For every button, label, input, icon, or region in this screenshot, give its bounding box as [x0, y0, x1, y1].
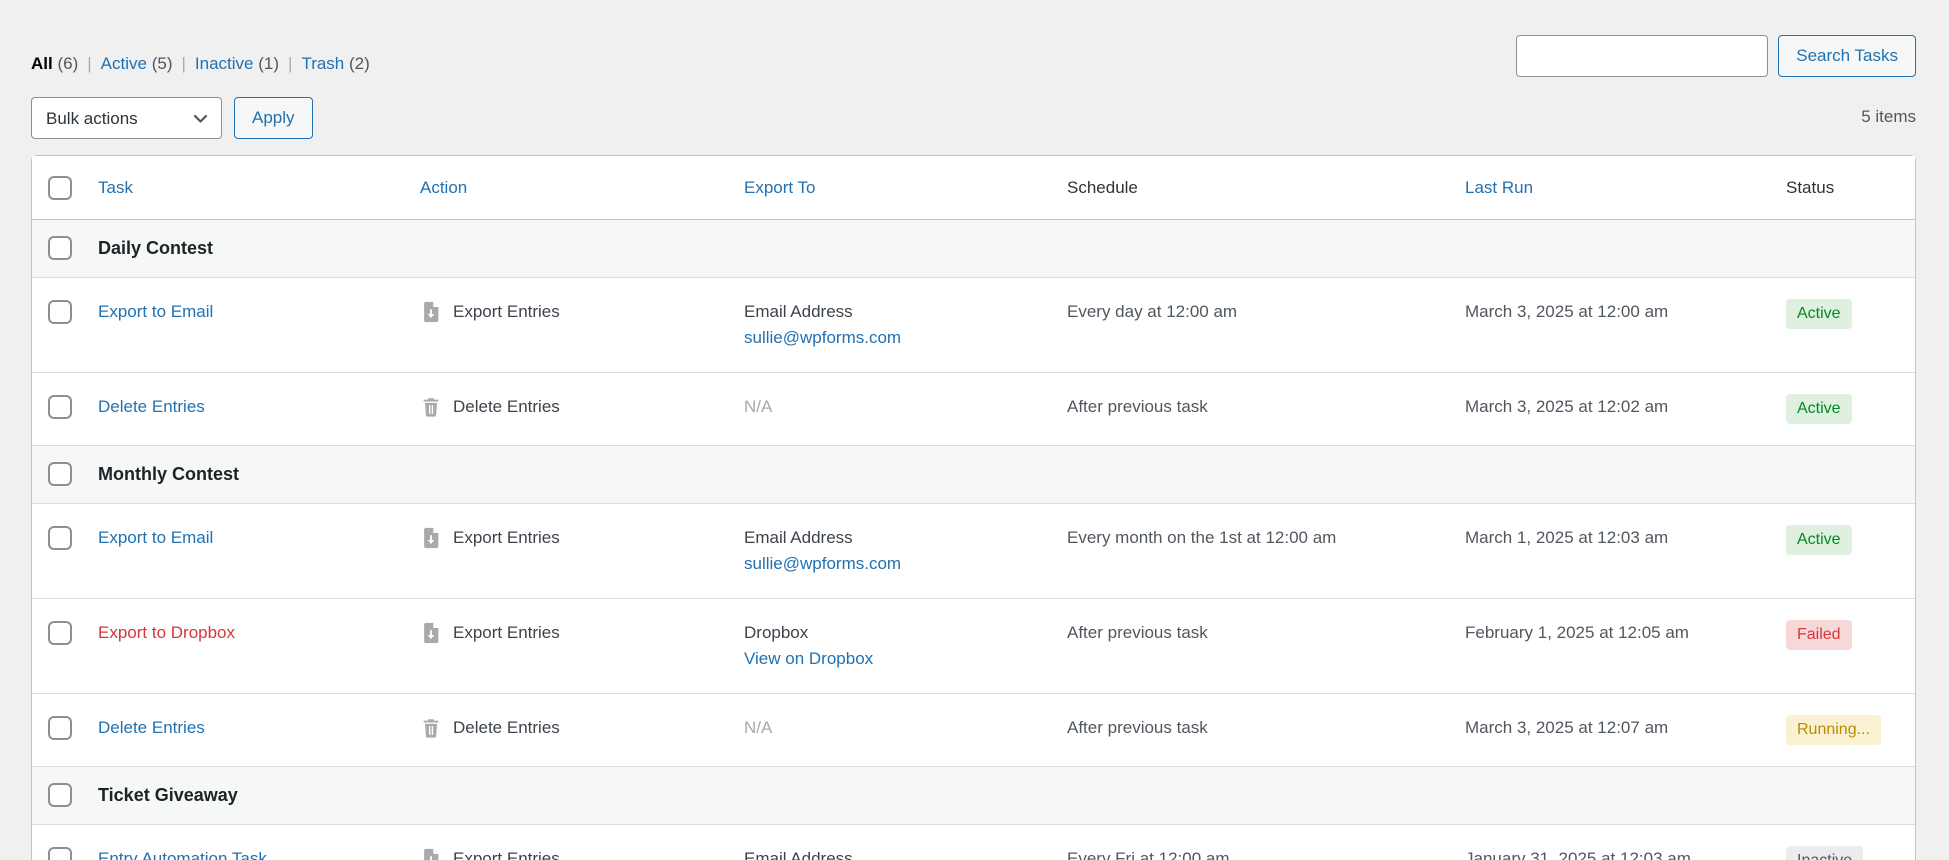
last-run-text: March 3, 2025 at 12:02 am [1465, 397, 1668, 416]
task-row: Delete Entries Delete Entries N/A After … [32, 693, 1915, 766]
group-title: Daily Contest [98, 238, 213, 258]
table-header-row: Task Action Export To Schedule Last Run … [32, 156, 1915, 220]
action-label: Delete Entries [453, 394, 560, 420]
select-all-checkbox[interactable] [48, 176, 72, 200]
row-checkbox[interactable] [48, 395, 72, 419]
filter-trash[interactable]: Trash (2) [301, 54, 369, 73]
schedule-text: After previous task [1067, 718, 1208, 737]
trash-icon [420, 717, 442, 739]
action-label: Export Entries [453, 525, 560, 551]
schedule-text: Every day at 12:00 am [1067, 302, 1237, 321]
toolbar: All (6) | Active (5) | Inactive (1) | Trash (2… [0, 0, 1949, 155]
status-badge: Running... [1786, 715, 1881, 745]
action-label: Export Entries [453, 299, 560, 325]
schedule-text: After previous task [1067, 623, 1208, 642]
action-label: Export Entries [453, 846, 560, 860]
column-header-schedule: Schedule [1053, 156, 1451, 220]
last-run-text: March 1, 2025 at 12:03 am [1465, 528, 1668, 547]
export-email-link[interactable]: sullie@wpforms.com [744, 551, 1039, 577]
items-count: 5 items [1861, 107, 1916, 127]
column-header-status: Status [1772, 156, 1915, 220]
row-checkbox[interactable] [48, 716, 72, 740]
trash-icon [420, 396, 442, 418]
bulk-actions-select[interactable]: Bulk actions [31, 97, 222, 139]
filter-trash-count: (2) [349, 54, 370, 73]
status-badge: Active [1786, 525, 1852, 555]
last-run-text: March 3, 2025 at 12:07 am [1465, 718, 1668, 737]
task-name-link[interactable]: Export to Dropbox [98, 623, 235, 642]
filter-trash-label: Trash [301, 54, 344, 73]
group-title: Monthly Contest [98, 464, 239, 484]
export-email-link[interactable]: sullie@wpforms.com [744, 325, 1039, 351]
row-checkbox[interactable] [48, 847, 72, 860]
file-download-icon [420, 527, 442, 549]
status-badge: Inactive [1786, 846, 1863, 860]
filter-inactive-count: (1) [258, 54, 279, 73]
filter-all[interactable]: All (6) [31, 54, 78, 73]
task-name-link[interactable]: Entry Automation Task [98, 849, 267, 860]
file-download-icon [420, 301, 442, 323]
last-run-text: January 31, 2025 at 12:03 am [1465, 849, 1691, 860]
column-header-last-run[interactable]: Last Run [1465, 178, 1533, 197]
row-checkbox[interactable] [48, 300, 72, 324]
action-label: Export Entries [453, 620, 560, 646]
filter-active-label: Active [101, 54, 147, 73]
group-title: Ticket Giveaway [98, 785, 238, 805]
file-download-icon [420, 622, 442, 644]
filter-inactive-label: Inactive [195, 54, 254, 73]
filter-active-count: (5) [152, 54, 173, 73]
status-filter-links: All (6) | Active (5) | Inactive (1) | Trash (2… [31, 54, 370, 74]
action-label: Delete Entries [453, 715, 560, 741]
column-header-task[interactable]: Task [98, 178, 133, 197]
export-to-label: Dropbox [744, 620, 1039, 646]
column-header-action[interactable]: Action [420, 178, 467, 197]
task-row: Entry Automation Task Export Entries Ema… [32, 824, 1915, 860]
last-run-text: February 1, 2025 at 12:05 am [1465, 623, 1689, 642]
schedule-text: After previous task [1067, 397, 1208, 416]
filter-all-count: (6) [57, 54, 78, 73]
task-row: Delete Entries Delete Entries N/A After … [32, 372, 1915, 445]
task-row: Export to Email Export Entries Email Add… [32, 277, 1915, 372]
bulk-actions-area: Bulk actions Apply [31, 97, 313, 139]
task-name-link[interactable]: Export to Email [98, 302, 213, 321]
row-checkbox[interactable] [48, 526, 72, 550]
export-to-label: Email Address [744, 299, 1039, 325]
column-header-export-to[interactable]: Export To [744, 178, 816, 197]
group-row-daily-contest: Daily Contest [32, 220, 1915, 277]
filter-all-label: All [31, 54, 53, 73]
group-checkbox[interactable] [48, 783, 72, 807]
row-checkbox[interactable] [48, 621, 72, 645]
filter-separator: | [181, 54, 185, 73]
last-run-text: March 3, 2025 at 12:00 am [1465, 302, 1668, 321]
schedule-text: Every month on the 1st at 12:00 am [1067, 528, 1336, 547]
filter-active[interactable]: Active (5) [101, 54, 173, 73]
export-to-label: N/A [744, 715, 1039, 741]
search-area: Search Tasks [1516, 35, 1916, 77]
group-checkbox[interactable] [48, 236, 72, 260]
export-to-label: N/A [744, 394, 1039, 420]
view-on-dropbox-link[interactable]: View on Dropbox [744, 646, 1039, 672]
tasks-table: Task Action Export To Schedule Last Run … [31, 155, 1916, 860]
file-download-icon [420, 848, 442, 860]
status-badge: Failed [1786, 620, 1852, 650]
task-row: Export to Email Export Entries Email Add… [32, 503, 1915, 598]
filter-separator: | [288, 54, 292, 73]
filter-separator: | [87, 54, 91, 73]
schedule-text: Every Fri at 12:00 am [1067, 849, 1230, 860]
task-row: Export to Dropbox Export Entries Dropbox… [32, 598, 1915, 693]
export-to-label: Email Address [744, 846, 1039, 860]
search-tasks-button[interactable]: Search Tasks [1778, 35, 1916, 77]
search-input[interactable] [1516, 35, 1768, 77]
status-badge: Active [1786, 394, 1852, 424]
group-row-ticket-giveaway: Ticket Giveaway [32, 766, 1915, 824]
task-name-link[interactable]: Export to Email [98, 528, 213, 547]
group-row-monthly-contest: Monthly Contest [32, 445, 1915, 503]
status-badge: Active [1786, 299, 1852, 329]
task-name-link[interactable]: Delete Entries [98, 397, 205, 416]
apply-button[interactable]: Apply [234, 97, 313, 139]
group-checkbox[interactable] [48, 462, 72, 486]
task-name-link[interactable]: Delete Entries [98, 718, 205, 737]
filter-inactive[interactable]: Inactive (1) [195, 54, 279, 73]
export-to-label: Email Address [744, 525, 1039, 551]
